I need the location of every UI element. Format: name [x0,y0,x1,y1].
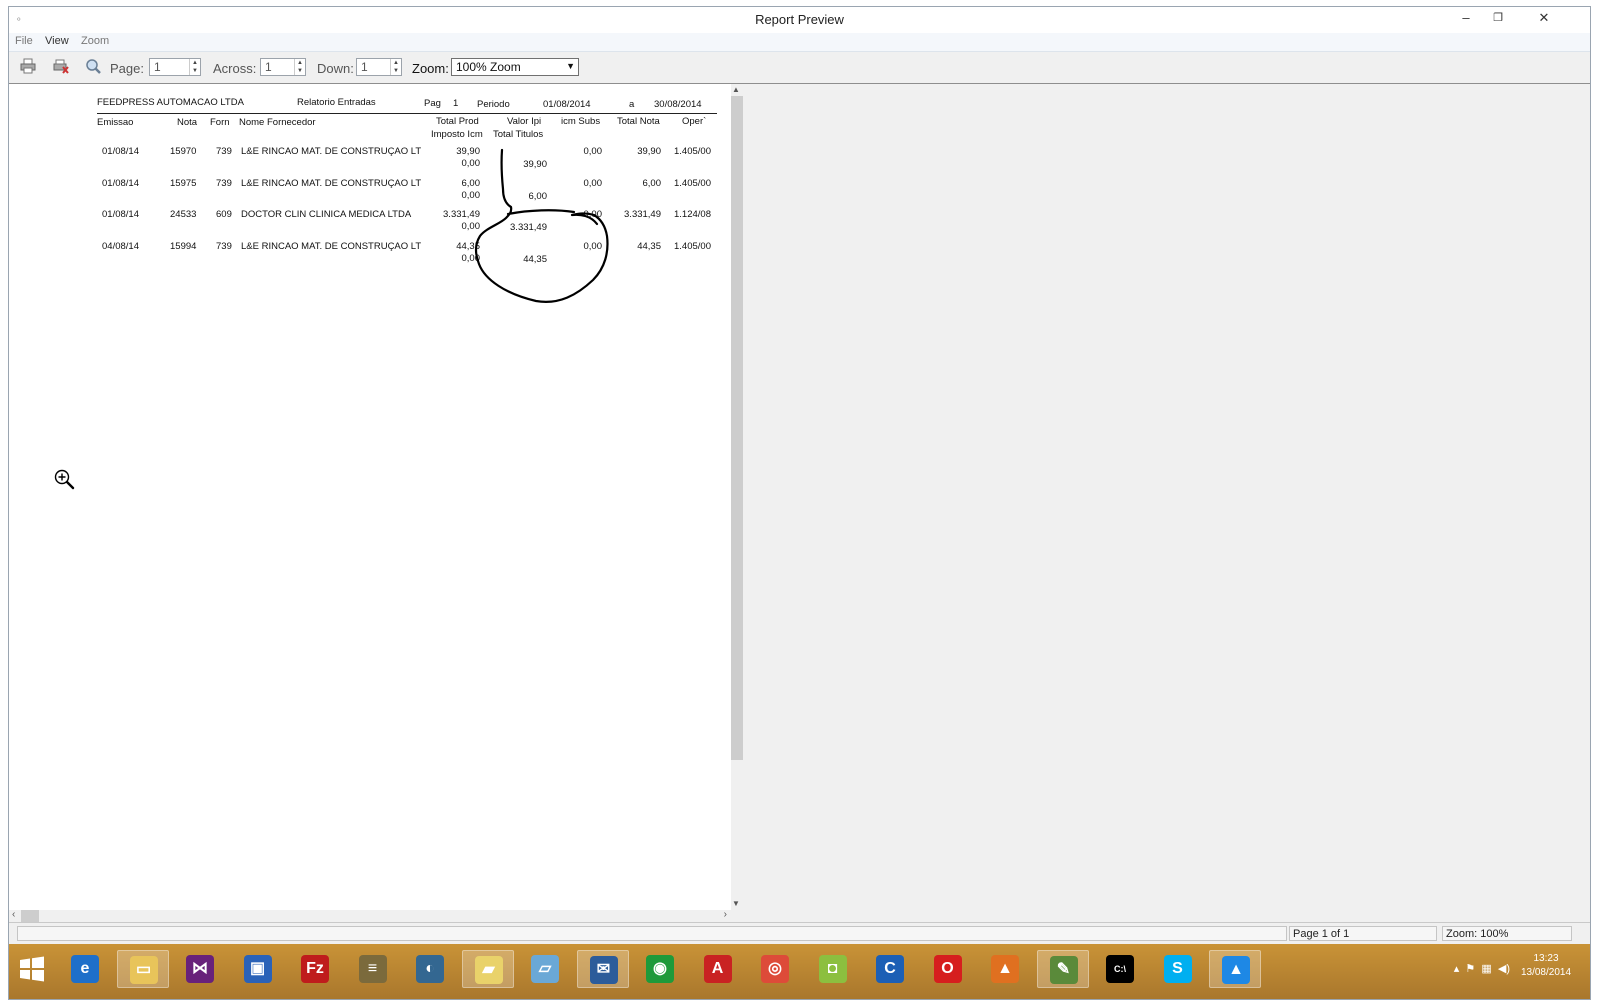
page-spinner[interactable]: 1 ▲ ▼ [149,58,201,76]
vertical-scroll-thumb[interactable] [731,96,743,760]
scroll-down-icon[interactable]: ▼ [732,899,740,908]
printer-icon[interactable] [19,58,37,76]
find-icon[interactable] [84,58,102,76]
spinner-arrows-icon[interactable]: ▲ ▼ [294,59,305,75]
delphi-app-taskbar-button[interactable]: ▲ [979,950,1031,988]
scroll-left-icon[interactable]: ‹ [12,909,15,920]
file-explorer-icon: ▭ [129,956,158,984]
report-preview-area[interactable]: FEEDPRESS AUTOMACAO LTDA Relatorio Entra… [9,84,731,910]
clock-date: 13/08/2014 [1520,967,1572,978]
toolbar: Page: 1 ▲ ▼ Across: 1 ▲ ▼ Down: 1 ▲ ▼ Zoom:… [9,53,1590,84]
taskbar-clock[interactable]: 13:23 13/08/2014 [1514,952,1578,980]
skype-icon: S [1163,955,1192,983]
status-page-info: Page 1 of 1 [1289,926,1437,941]
notes-app-taskbar-button[interactable]: ▱ [519,950,571,988]
page-value: 1 [154,60,161,74]
zoom-dropdown[interactable]: 100% Zoom ▼ [451,58,579,76]
command-prompt-icon: C:\ [1106,955,1134,983]
page-label: Page: [110,61,144,76]
internet-explorer-taskbar-button[interactable]: e [59,950,111,988]
status-message-panel [17,926,1287,941]
chrome-taskbar-button[interactable]: ◎ [749,950,801,988]
command-prompt-taskbar-button[interactable]: C:\ [1094,950,1146,988]
menu-view[interactable]: View [45,35,69,47]
azure-app-taskbar-button[interactable]: ▲ [1209,950,1261,988]
horizontal-scrollbar[interactable]: ‹ › [9,909,731,922]
thunderbird-icon: ✉ [589,956,618,984]
remote-desktop-taskbar-button[interactable]: ▣ [232,950,284,988]
filezilla-taskbar-button[interactable]: Fz [289,950,341,988]
chrome-icon: ◎ [761,955,789,983]
title-bar: ⚬ Report Preview – ❐ ✕ [9,7,1590,33]
tool-app-taskbar-button[interactable]: ≡ [347,950,399,988]
horizontal-scroll-thumb[interactable] [21,910,39,922]
internet-explorer-icon: e [71,955,99,983]
opera-taskbar-button[interactable]: O [922,950,974,988]
skype-taskbar-button[interactable]: S [1152,950,1204,988]
ccleaner-taskbar-button[interactable]: C [864,950,916,988]
android-sdk-icon: ◘ [818,955,847,983]
tool-app-icon: ≡ [358,955,387,983]
clock-time: 13:23 [1533,953,1559,964]
down-label: Down: [317,61,354,76]
visual-studio-taskbar-button[interactable]: ⋈ [174,950,226,988]
thunderbird-taskbar-button[interactable]: ✉ [576,950,629,988]
hand-drawn-annotation [475,148,609,303]
across-spinner[interactable]: 1 ▲ ▼ [260,58,306,76]
chart-app-icon: ✎ [1049,956,1078,984]
zoom-value: 100% Zoom [456,60,521,74]
postgresql-icon: ◐ [416,955,444,983]
file-explorer-taskbar-button[interactable]: ▭ [116,950,169,988]
ccleaner-icon: C [876,955,904,983]
down-value: 1 [361,60,368,74]
azure-app-icon: ▲ [1222,956,1250,984]
chart-app-taskbar-button[interactable]: ✎ [1036,950,1089,988]
menu-file[interactable]: File [15,35,33,47]
spinner-arrows-icon[interactable]: ▲ ▼ [189,59,200,75]
windows-start-icon[interactable] [17,954,47,984]
status-bar: Page 1 of 1 Zoom: 100% [9,922,1590,945]
menu-bar: File View Zoom [9,33,1590,52]
acrobat-taskbar-button[interactable]: A [692,950,744,988]
viewer-app-taskbar-button[interactable]: ◉ [634,950,686,988]
windows-taskbar: e ▭ ⋈ ▣ Fz ≡ ◐ ▰ ▱ ✉ ◉ A ◎ ◘ C O ▲ ✎ C:\ S ▲ ▴ ⚑ ▦ ◀) 13:23 … [9,944,1590,999]
across-label: Across: [213,61,257,76]
filezilla-icon: Fz [301,955,329,983]
window-title: Report Preview [755,12,844,27]
visual-studio-icon: ⋈ [186,955,214,983]
down-spinner[interactable]: 1 ▲ ▼ [356,58,402,76]
system-tray-icons[interactable]: ▴ ⚑ ▦ ◀) [1454,962,1510,975]
scroll-right-icon[interactable]: › [724,909,727,920]
zoom-label: Zoom: [412,61,449,76]
printer-setup-icon[interactable] [52,58,70,76]
scroll-up-icon[interactable]: ▲ [732,85,740,94]
opera-icon: O [933,955,962,983]
remote-desktop-icon: ▣ [243,955,272,983]
empty-preview-background [743,84,1590,922]
close-button[interactable]: ✕ [1522,7,1566,29]
vertical-scrollbar[interactable]: ▲ ▼ [731,84,743,910]
chevron-down-icon[interactable]: ▼ [566,61,575,71]
zoom-in-cursor-icon [54,469,75,490]
report-preview-window: ⚬ Report Preview – ❐ ✕ File View Zoom Pa… [8,6,1591,1000]
delphi-app-icon: ▲ [991,955,1019,983]
maximize-button[interactable]: ❐ [1482,7,1514,29]
viewer-app-icon: ◉ [646,955,674,983]
minimize-button[interactable]: – [1450,7,1482,29]
android-sdk-taskbar-button[interactable]: ◘ [807,950,859,988]
sticky-notes-icon: ▰ [474,956,503,984]
status-zoom-info: Zoom: 100% [1442,926,1572,941]
spinner-arrows-icon[interactable]: ▲ ▼ [390,59,401,75]
postgresql-taskbar-button[interactable]: ◐ [404,950,456,988]
notes-app-icon: ▱ [531,955,559,983]
acrobat-icon: A [703,955,732,983]
sticky-notes-taskbar-button[interactable]: ▰ [461,950,514,988]
across-value: 1 [265,60,272,74]
menu-zoom[interactable]: Zoom [81,35,109,47]
